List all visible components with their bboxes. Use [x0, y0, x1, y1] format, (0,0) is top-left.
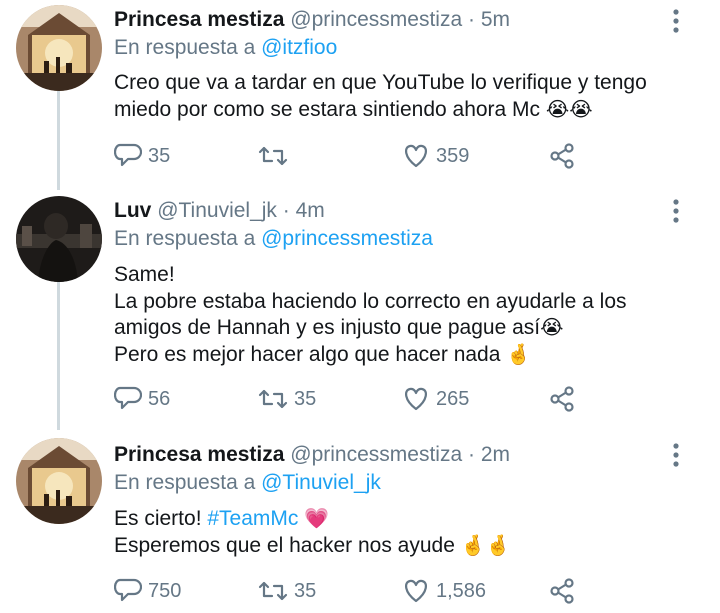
share-button[interactable]: [548, 576, 576, 606]
tweet-text-line: Creo que va a tardar en que YouTube lo v…: [114, 71, 647, 94]
like-icon: [402, 578, 430, 604]
crossed-fingers-emoji: 🤞🤞: [460, 534, 511, 557]
more-icon[interactable]: [668, 442, 684, 468]
tweet-text-line: miedo por como se estara sintiendo ahora…: [114, 97, 704, 124]
heart-emoji: 💗: [304, 508, 330, 530]
tweet-header: Princesa mestiza @princessmestiza · 5m: [114, 7, 510, 33]
avatar[interactable]: [16, 5, 102, 91]
reply-context: En respuesta a @Tinuviel_jk: [114, 470, 381, 496]
tweet-1[interactable]: Princesa mestiza @princessmestiza · 5m E…: [0, 0, 720, 190]
tweet-3[interactable]: Princesa mestiza @princessmestiza · 2m E…: [0, 430, 720, 613]
tweet-text: Same! La pobre estaba haciendo lo correc…: [114, 262, 704, 368]
retweet-count: 35: [294, 387, 317, 410]
like-button[interactable]: 265: [402, 384, 469, 414]
timestamp[interactable]: 2m: [481, 443, 510, 466]
like-button[interactable]: 1,586: [402, 576, 486, 606]
separator-dot: ·: [468, 8, 475, 31]
like-icon: [402, 143, 430, 169]
action-bar: 35 359: [114, 141, 594, 171]
like-button[interactable]: 359: [402, 141, 469, 171]
tweet-text-segment: miedo por como se estara sintiendo ahora…: [114, 97, 541, 121]
reply-icon: [114, 386, 142, 412]
reply-prefix: En respuesta a: [114, 36, 256, 59]
user-handle[interactable]: @princessmestiza: [290, 443, 462, 466]
tweet-text-line: Esperemos que el hacker nos ayude 🤞🤞: [114, 533, 704, 560]
avatar[interactable]: [16, 196, 102, 282]
user-handle[interactable]: @princessmestiza: [290, 8, 462, 31]
tweet-text-line: La pobre estaba haciendo lo correcto en …: [114, 289, 627, 313]
like-count: 265: [436, 387, 470, 410]
tweet-text-line: Same!: [114, 263, 175, 286]
retweet-icon: [258, 387, 288, 411]
tweet-text-segment: Es cierto!: [114, 507, 202, 530]
retweet-button[interactable]: [258, 141, 294, 171]
reply-button[interactable]: 750: [114, 576, 181, 606]
retweet-button[interactable]: 35: [258, 576, 316, 606]
separator-dot: ·: [468, 443, 475, 466]
display-name[interactable]: Luv: [114, 199, 151, 222]
tweet-text-line: amigos de Hannah y es injusto que pague …: [114, 315, 704, 342]
crying-emoji: 😭😭: [545, 98, 593, 121]
reply-prefix: En respuesta a: [114, 227, 256, 250]
reply-context: En respuesta a @princessmestiza: [114, 226, 433, 252]
tweet-text: Creo que va a tardar en que YouTube lo v…: [114, 70, 704, 123]
thread-line: [57, 91, 60, 190]
tweet-text-segment: Esperemos que el hacker nos ayude: [114, 533, 455, 557]
reply-context: En respuesta a @itzfioo: [114, 35, 337, 61]
reply-count: 35: [148, 144, 171, 167]
like-count: 1,586: [436, 579, 487, 602]
reply-icon: [114, 143, 142, 169]
action-bar: 750 35 1,586: [114, 576, 594, 606]
reply-mention[interactable]: @princessmestiza: [261, 227, 433, 250]
separator-dot: ·: [282, 199, 290, 222]
reply-count: 56: [148, 387, 171, 410]
tweet-header: Princesa mestiza @princessmestiza · 2m: [114, 442, 510, 468]
retweet-count: 35: [294, 579, 317, 602]
crossed-fingers-emoji: 🤞: [506, 343, 532, 366]
reply-count: 750: [148, 579, 182, 602]
share-icon: [548, 142, 576, 170]
like-count: 359: [436, 144, 470, 167]
reply-button[interactable]: 35: [114, 141, 170, 171]
action-bar: 56 35 265: [114, 384, 594, 414]
reply-prefix: En respuesta a: [114, 471, 256, 494]
tweet-text-segment: amigos de Hannah y es injusto que pague …: [114, 316, 541, 339]
display-name[interactable]: Princesa mestiza: [114, 443, 284, 466]
timestamp[interactable]: 5m: [481, 8, 510, 31]
tweet-2[interactable]: Luv @Tinuviel_jk · 4m En respuesta a @pr…: [0, 190, 720, 430]
avatar[interactable]: [16, 438, 102, 524]
user-handle[interactable]: @Tinuviel_jk: [157, 199, 277, 222]
tweet-text: Es cierto! #TeamMc 💗 Esperemos que el ha…: [114, 506, 704, 559]
tweet-text-segment: Pero es mejor hacer algo que hacer nada: [114, 342, 501, 366]
share-button[interactable]: [548, 384, 576, 414]
more-icon[interactable]: [668, 198, 684, 224]
share-icon: [548, 577, 576, 605]
display-name[interactable]: Princesa mestiza: [114, 8, 284, 31]
retweet-icon: [258, 579, 288, 603]
crying-emoji: 😭: [540, 317, 564, 339]
share-icon: [548, 385, 576, 413]
like-icon: [402, 386, 430, 412]
hashtag-link[interactable]: #TeamMc: [207, 507, 298, 530]
reply-icon: [114, 578, 142, 604]
more-icon[interactable]: [668, 8, 684, 34]
reply-mention[interactable]: @itzfioo: [261, 36, 337, 59]
retweet-icon: [258, 144, 288, 168]
share-button[interactable]: [548, 141, 576, 171]
reply-button[interactable]: 56: [114, 384, 170, 414]
retweet-button[interactable]: 35: [258, 384, 316, 414]
tweet-header: Luv @Tinuviel_jk · 4m: [114, 198, 325, 224]
tweet-text-line: Pero es mejor hacer algo que hacer nada …: [114, 342, 704, 369]
reply-mention[interactable]: @Tinuviel_jk: [261, 471, 381, 494]
tweet-text-line: Es cierto! #TeamMc 💗: [114, 506, 704, 533]
timestamp[interactable]: 4m: [296, 199, 325, 222]
thread-line: [57, 282, 60, 430]
